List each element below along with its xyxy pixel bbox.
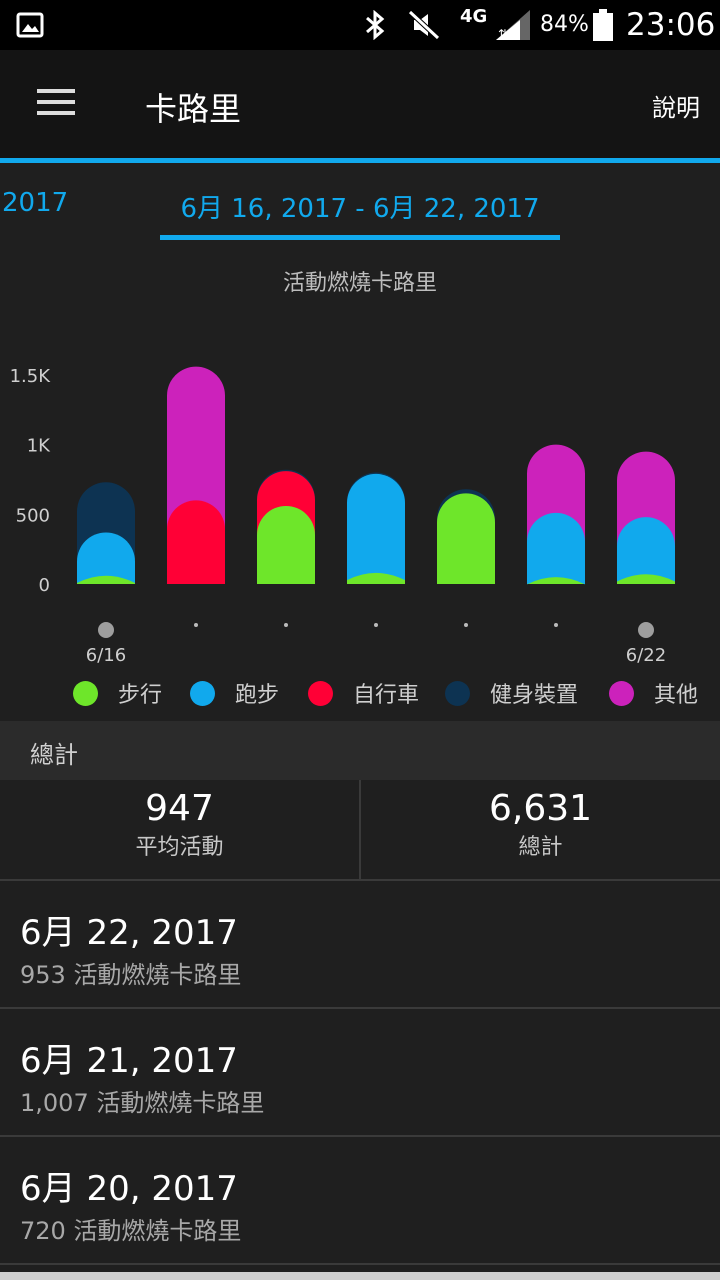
x-tick-label: 6/16 xyxy=(86,645,126,666)
battery-percent: 84% xyxy=(540,12,589,37)
battery-icon xyxy=(593,9,613,41)
legend-swatch xyxy=(190,680,215,706)
x-tick-marker xyxy=(638,622,654,638)
legend-label: 健身裝置 xyxy=(490,683,579,708)
app-bar: 卡路里 說明 xyxy=(0,50,720,158)
legend-swatch xyxy=(73,680,98,706)
legend-item: 其他 xyxy=(609,675,698,711)
total-value: 6,631 xyxy=(488,788,593,829)
chart-title: 活動燃燒卡路里 xyxy=(282,271,437,296)
bar-6/21 xyxy=(527,444,585,585)
bar-6/22 xyxy=(617,451,675,584)
x-tick-marker xyxy=(194,623,198,627)
x-tick-marker xyxy=(554,623,558,627)
day-date: 6月 21, 2017 xyxy=(20,1041,238,1081)
clock: 23:06 xyxy=(626,7,716,43)
tab-current-range[interactable]: 6月 16, 2017 - 6月 22, 2017 xyxy=(160,188,560,225)
bar-segment-步行 xyxy=(437,493,495,584)
tab-previous-range[interactable]: 2017 xyxy=(2,188,68,218)
totals-header: 總計 xyxy=(0,721,720,780)
bar-6/16 xyxy=(77,482,135,584)
total-label: 總計 xyxy=(518,835,563,860)
status-bar: 4G ⇅ 84% 23:06 xyxy=(0,0,720,50)
total-cell: 6,631 總計 xyxy=(361,780,720,879)
day-list-item[interactable]: 6月 22, 2017 953 活動燃燒卡路里 xyxy=(0,881,720,1009)
average-activity-cell: 947 平均活動 xyxy=(0,780,361,879)
bar-segment-步行 xyxy=(257,505,315,584)
day-calories: 953 活動燃燒卡路里 xyxy=(20,961,242,989)
hamburger-menu-icon[interactable] xyxy=(37,87,75,117)
day-calories: 1,007 活動燃燒卡路里 xyxy=(20,1089,265,1117)
bar-segment-自行車 xyxy=(167,500,225,584)
legend-item: 步行 xyxy=(73,675,162,711)
legend-swatch xyxy=(609,680,634,706)
bluetooth-icon xyxy=(366,10,385,40)
totals-header-label: 總計 xyxy=(30,741,78,769)
bar-segment-跑步 xyxy=(617,517,675,584)
y-tick-label: 0 xyxy=(39,575,50,596)
svg-text:⇅: ⇅ xyxy=(498,27,508,41)
x-tick-marker xyxy=(464,623,468,627)
calories-bar-chart: 0 500 1K 1.5K 6/16 6/22 xyxy=(10,366,675,666)
page-title: 卡路里 xyxy=(145,90,242,128)
totals-panel: 947 平均活動 6,631 總計 xyxy=(0,780,720,881)
legend-label: 步行 xyxy=(118,683,163,708)
bar-6/19 xyxy=(347,472,405,584)
scroll-edge xyxy=(0,1272,720,1280)
x-tick-marker xyxy=(284,623,288,627)
day-list-item[interactable]: 6月 20, 2017 720 活動燃燒卡路里 xyxy=(0,1137,720,1265)
x-tick-marker xyxy=(374,623,378,627)
legend-label: 其他 xyxy=(654,683,699,708)
day-calories: 720 活動燃燒卡路里 xyxy=(20,1217,242,1245)
image-icon xyxy=(16,12,44,38)
bar-segment-跑步 xyxy=(527,512,585,584)
bar-segment-跑步 xyxy=(347,473,405,584)
y-tick-label: 1.5K xyxy=(10,366,52,387)
legend-label: 跑步 xyxy=(235,683,280,708)
y-tick-label: 1K xyxy=(27,436,51,457)
network-type: 4G xyxy=(460,6,488,27)
help-button[interactable]: 說明 xyxy=(652,88,700,123)
legend-item: 自行車 xyxy=(308,675,419,711)
x-tick-label: 6/22 xyxy=(626,645,666,666)
mute-icon xyxy=(408,10,440,40)
legend-item: 跑步 xyxy=(190,675,279,711)
average-activity-label: 平均活動 xyxy=(135,835,224,860)
legend-swatch xyxy=(445,680,470,706)
legend-item: 健身裝置 xyxy=(445,675,578,711)
legend-swatch xyxy=(308,680,333,706)
day-list-item[interactable]: 6月 21, 2017 1,007 活動燃燒卡路里 xyxy=(0,1009,720,1137)
signal-icon: ⇅ xyxy=(496,10,530,41)
bar-6/17 xyxy=(167,366,225,584)
chart-legend: 步行 跑步 自行車 健身裝置 其他 xyxy=(0,675,720,711)
bar-6/18 xyxy=(257,469,315,584)
legend-label: 自行車 xyxy=(353,683,420,708)
y-tick-label: 500 xyxy=(16,505,50,526)
average-activity-value: 947 xyxy=(145,788,214,829)
date-range-tabs: 2017 6月 16, 2017 - 6月 22, 2017 xyxy=(0,163,720,243)
bar-6/20 xyxy=(437,489,495,584)
day-date: 6月 22, 2017 xyxy=(20,913,238,953)
x-tick-marker xyxy=(98,622,114,638)
tab-indicator xyxy=(160,235,560,240)
day-date: 6月 20, 2017 xyxy=(20,1169,238,1209)
